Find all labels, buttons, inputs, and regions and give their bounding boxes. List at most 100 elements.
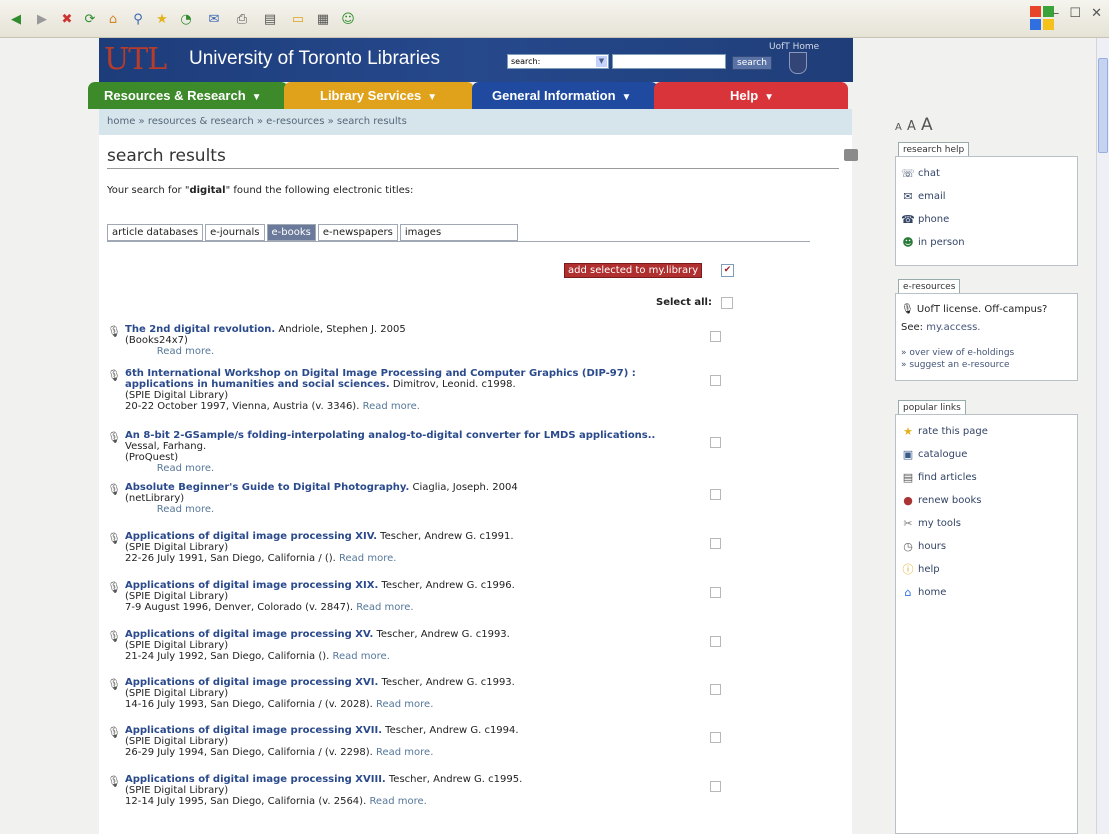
- research-icon[interactable]: ▦: [313, 9, 333, 29]
- star-icon: ★: [903, 425, 913, 438]
- read-more-link[interactable]: Read more.: [339, 553, 396, 564]
- result-source: (SPIE Digital Library): [125, 640, 229, 651]
- read-more-link[interactable]: Read more.: [376, 699, 433, 710]
- result-checkbox[interactable]: [710, 636, 721, 647]
- font-size-small[interactable]: A: [895, 122, 902, 133]
- forward-icon[interactable]: ▶: [32, 9, 52, 29]
- search-icon[interactable]: ⚲: [128, 9, 148, 29]
- microphone-icon: 🎙: [107, 369, 121, 382]
- search-input[interactable]: [612, 54, 726, 69]
- chevron-down-icon: ▼: [427, 92, 438, 103]
- font-size-medium[interactable]: A: [907, 119, 916, 134]
- read-more-link[interactable]: Read more.: [157, 346, 214, 357]
- sidebar-item-chat[interactable]: ☏ chat: [901, 167, 940, 180]
- sidebar-item-renew-books[interactable]: ● renew books: [901, 494, 981, 507]
- site-title[interactable]: University of Toronto Libraries: [189, 48, 440, 70]
- read-more-link[interactable]: Read more.: [332, 651, 389, 662]
- result-title[interactable]: An 8-bit 2-GSample/s folding-interpolati…: [125, 430, 655, 441]
- result-checkbox[interactable]: [710, 331, 721, 342]
- tab-e-books[interactable]: e-books: [266, 224, 316, 241]
- read-more-link[interactable]: Read more.: [376, 747, 433, 758]
- font-size-large[interactable]: A: [921, 115, 933, 135]
- edit-icon[interactable]: ▤: [260, 9, 280, 29]
- select-all-checkbox[interactable]: [721, 297, 733, 309]
- breadcrumb[interactable]: home » resources & research » e-resource…: [99, 109, 852, 135]
- sidebar-item-my-tools[interactable]: ✂ my tools: [901, 517, 961, 530]
- search-scope-select[interactable]: search: ▼: [507, 54, 609, 69]
- result-checkbox[interactable]: [710, 732, 721, 743]
- favorites-icon[interactable]: ★: [152, 9, 172, 29]
- discuss-icon[interactable]: ▭: [288, 9, 308, 29]
- result-title[interactable]: Applications of digital image processing…: [125, 629, 373, 640]
- sidebar-item-email[interactable]: ✉ email: [901, 190, 945, 203]
- back-icon[interactable]: ◀: [6, 9, 26, 29]
- result-title[interactable]: Applications of digital image processing…: [125, 580, 378, 591]
- result-title[interactable]: Applications of digital image processing…: [125, 677, 378, 688]
- read-more-link[interactable]: Read more.: [356, 602, 413, 613]
- result-checkbox[interactable]: [710, 684, 721, 695]
- result-author: Dimitrov, Leonid. c1998.: [389, 379, 516, 390]
- home-icon[interactable]: ⌂: [103, 9, 123, 29]
- sidebar-item-phone[interactable]: ☎ phone: [901, 213, 949, 226]
- email-icon: ✉: [903, 190, 913, 203]
- scrollbar-thumb[interactable]: [1098, 58, 1108, 153]
- tab-images[interactable]: images: [399, 224, 518, 241]
- result-author: Andriole, Stephen J. 2005: [275, 324, 406, 335]
- add-selected-checkbox[interactable]: ✔: [721, 264, 734, 277]
- mail-icon[interactable]: ✉: [204, 9, 224, 29]
- uoft-crest-icon[interactable]: [789, 52, 807, 74]
- overview-e-holdings-link[interactable]: » over view of e-holdings: [901, 348, 1014, 358]
- read-more-link[interactable]: Read more.: [157, 504, 214, 515]
- sidebar-item-help[interactable]: ⓘ help: [901, 563, 940, 576]
- messenger-icon[interactable]: ☺: [338, 9, 358, 29]
- result-checkbox[interactable]: [710, 538, 721, 549]
- read-more-link[interactable]: Read more.: [157, 463, 214, 474]
- tab-e-journals[interactable]: e-journals: [205, 224, 265, 241]
- sidebar-item-home[interactable]: ⌂ home: [901, 586, 947, 599]
- tab-e-newspapers[interactable]: e-newspapers: [317, 224, 398, 241]
- refresh-icon[interactable]: ⟳: [80, 9, 100, 29]
- print-icon[interactable]: ⎙: [232, 9, 252, 29]
- result-checkbox[interactable]: [710, 375, 721, 386]
- result-title[interactable]: Applications of digital image processing…: [125, 531, 377, 542]
- vertical-scrollbar[interactable]: [1096, 38, 1109, 834]
- print-icon[interactable]: [844, 149, 858, 161]
- result-title[interactable]: The 2nd digital revolution.: [125, 324, 275, 335]
- research-help-heading: research help: [898, 142, 970, 157]
- sidebar-item-catalogue[interactable]: ▣ catalogue: [901, 448, 968, 461]
- nav-tab-resources[interactable]: Resources & Research ▼: [88, 82, 288, 109]
- phone-icon: ☎: [901, 213, 915, 226]
- sidebar-item-hours[interactable]: ◷ hours: [901, 540, 946, 553]
- read-more-link[interactable]: Read more.: [363, 401, 420, 412]
- main-content: home » resources & research » e-resource…: [99, 109, 858, 834]
- sidebar: A A A research help ☏ chat ✉ email ☎ phone …: [880, 109, 1080, 834]
- add-selected-button[interactable]: add selected to my.library: [564, 263, 703, 278]
- tab-article-databases[interactable]: article databases: [107, 224, 204, 241]
- history-icon[interactable]: ◔: [176, 9, 196, 29]
- my-access-link[interactable]: my.access.: [926, 322, 980, 333]
- result-checkbox[interactable]: [710, 781, 721, 792]
- result-title[interactable]: Applications of digital image processing…: [125, 774, 386, 785]
- result-checkbox[interactable]: [710, 587, 721, 598]
- result-author: Tescher, Andrew G. c1991.: [377, 531, 514, 542]
- result-title[interactable]: Applications of digital image processing…: [125, 725, 382, 736]
- result-title[interactable]: Absolute Beginner's Guide to Digital Pho…: [125, 482, 409, 493]
- utl-logo[interactable]: UTL: [104, 42, 167, 77]
- suggest-e-resource-link[interactable]: » suggest an e-resource: [901, 360, 1010, 370]
- nav-tab-help[interactable]: Help ▼: [654, 82, 848, 109]
- result-title[interactable]: 6th International Workshop on Digital Im…: [125, 368, 636, 390]
- uoft-home-link[interactable]: UofT Home: [769, 42, 819, 52]
- microphone-icon: 🎙: [107, 678, 121, 691]
- result-checkbox[interactable]: [710, 437, 721, 448]
- result-checkbox[interactable]: [710, 489, 721, 500]
- sidebar-item-find-articles[interactable]: ▤ find articles: [901, 471, 977, 484]
- nav-tab-library-services[interactable]: Library Services ▼: [284, 82, 474, 109]
- search-button[interactable]: search: [732, 56, 772, 70]
- read-more-link[interactable]: Read more.: [369, 796, 426, 807]
- stop-icon[interactable]: ✖: [57, 9, 77, 29]
- window-controls[interactable]: – ☐ ✕: [1053, 6, 1105, 21]
- sidebar-item-rate[interactable]: ★ rate this page: [901, 425, 988, 438]
- sidebar-item-in-person[interactable]: ☻ in person: [901, 236, 964, 249]
- select-all-label: Select all:: [656, 297, 712, 308]
- nav-tab-general-information[interactable]: General Information ▼: [472, 82, 658, 109]
